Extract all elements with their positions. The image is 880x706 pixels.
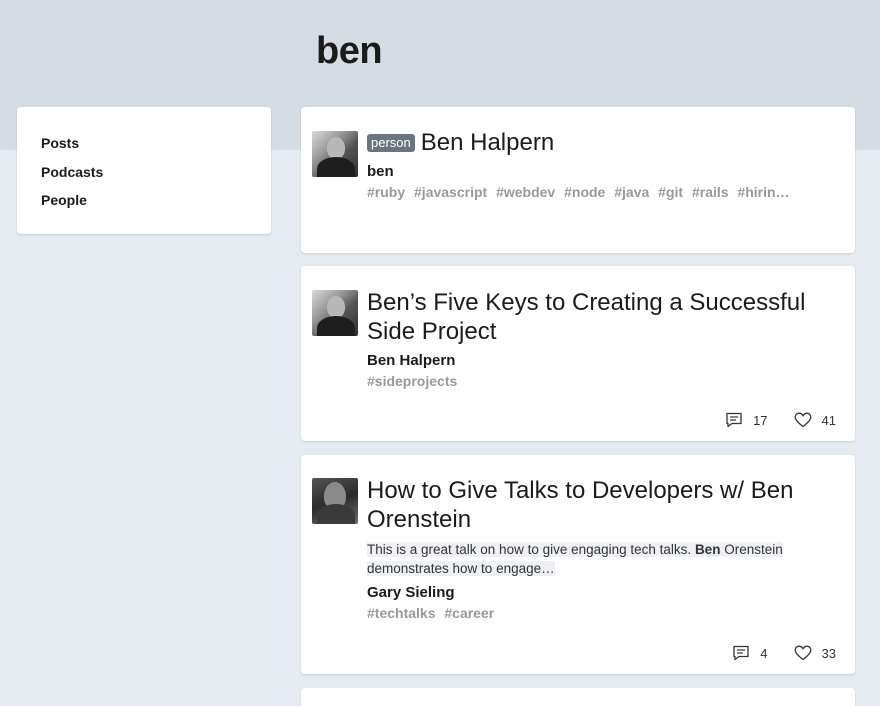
sidebar-item-posts[interactable]: Posts (41, 134, 271, 163)
tag-link[interactable]: #sideprojects (367, 373, 457, 389)
search-filter-sidebar: Posts Podcasts People (17, 107, 271, 234)
reactions-count[interactable]: 41 (794, 412, 836, 428)
comments-count[interactable]: 4 (732, 645, 768, 661)
sidebar-item-podcasts[interactable]: Podcasts (41, 163, 271, 192)
heart-icon (794, 412, 811, 428)
post-stats: 4 33 (732, 645, 836, 661)
tag-link[interactable]: #webdev (496, 184, 555, 200)
reactions-count[interactable]: 33 (794, 645, 836, 661)
snippet-text: This is a great talk on how to give enga… (367, 542, 695, 557)
avatar[interactable] (312, 131, 358, 177)
result-card-person[interactable]: person Ben Halpern ben #ruby #javascript… (301, 107, 855, 253)
post-stats: 17 41 (725, 412, 836, 428)
result-card-partial[interactable] (301, 688, 855, 706)
post-author[interactable]: Ben Halpern (367, 352, 835, 369)
tag-link[interactable]: #git (658, 184, 683, 200)
tag-link[interactable]: #ruby (367, 184, 405, 200)
person-badge: person (367, 134, 415, 152)
tag-link[interactable]: #techtalks (367, 605, 435, 621)
tag-link[interactable]: #javascript (414, 184, 487, 200)
post-snippet: This is a great talk on how to give enga… (367, 540, 835, 578)
search-query-heading: ben (316, 30, 383, 72)
comment-icon (733, 645, 749, 661)
comments-count-value: 17 (753, 412, 768, 428)
tag-link[interactable]: #node (564, 184, 605, 200)
comment-icon (726, 412, 742, 428)
reactions-count-value: 33 (821, 645, 836, 661)
heart-icon (794, 645, 811, 661)
person-username[interactable]: ben (367, 163, 835, 180)
tag-link[interactable]: #career (444, 605, 494, 621)
tag-link[interactable]: #rails (692, 184, 729, 200)
tag-link[interactable]: #hirin… (737, 184, 789, 200)
tag-list: #sideprojects (367, 373, 835, 389)
snippet-highlight: Ben (694, 542, 721, 557)
sidebar-item-people[interactable]: People (41, 191, 271, 220)
post-author[interactable]: Gary Sieling (367, 584, 835, 601)
tag-link[interactable]: #java (614, 184, 649, 200)
post-title[interactable]: Ben’s Five Keys to Creating a Successful… (367, 288, 835, 346)
person-name[interactable]: Ben Halpern (421, 129, 554, 157)
post-title[interactable]: How to Give Talks to Developers w/ Ben O… (367, 476, 835, 534)
comments-count[interactable]: 17 (725, 412, 768, 428)
tag-list: #techtalks #career (367, 605, 835, 621)
avatar[interactable] (312, 290, 358, 336)
reactions-count-value: 41 (821, 412, 836, 428)
result-card-post[interactable]: Ben’s Five Keys to Creating a Successful… (301, 266, 855, 441)
avatar[interactable] (312, 478, 358, 524)
tag-list: #ruby #javascript #webdev #node #java #g… (367, 184, 835, 200)
comments-count-value: 4 (760, 645, 768, 661)
result-card-post[interactable]: How to Give Talks to Developers w/ Ben O… (301, 455, 855, 674)
